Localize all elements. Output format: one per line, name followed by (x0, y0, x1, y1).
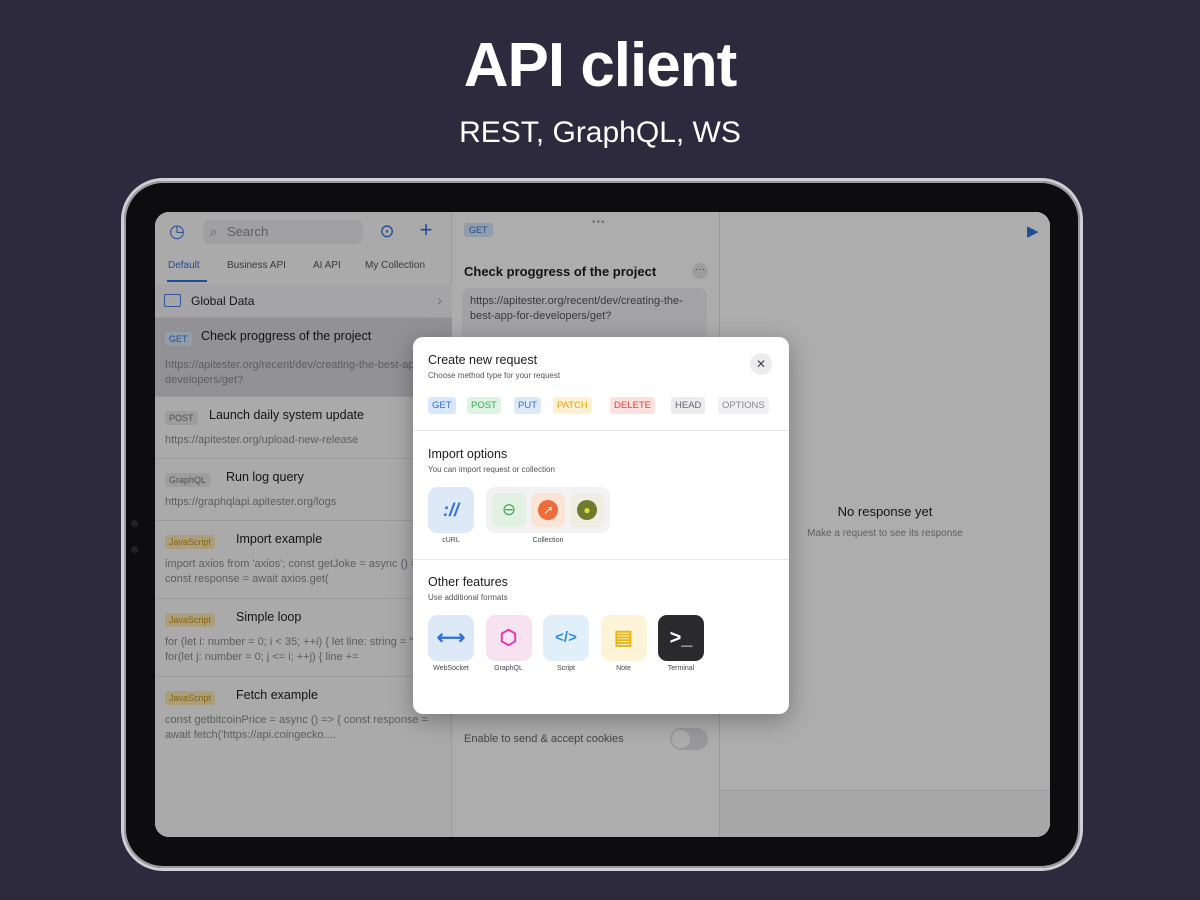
terminal-icon: >_ (669, 627, 693, 649)
curl-label: cURL (442, 537, 460, 544)
note-label: Note (616, 665, 631, 672)
divider (413, 559, 789, 560)
method-get-button[interactable]: GET (428, 397, 456, 414)
close-icon[interactable]: ✕ (750, 353, 772, 375)
terminal-label: Terminal (667, 665, 695, 672)
terminal-feature-button[interactable]: >_ (658, 615, 704, 661)
script-feature-button[interactable]: </> (543, 615, 589, 661)
other-features-subtitle: Use additional formats (428, 593, 508, 602)
note-icon: ▤ (614, 627, 633, 649)
graphql-icon: ⬡ (499, 627, 518, 649)
websocket-icon: ⟷ (436, 627, 466, 649)
insomnia-icon[interactable]: ⊖ (492, 493, 526, 527)
postman-icon[interactable]: ↗ (531, 493, 565, 527)
script-label: Script (557, 665, 575, 672)
method-delete-button[interactable]: DELETE (610, 397, 655, 414)
modal-title: Create new request (428, 353, 538, 367)
create-request-modal: Create new request Choose method type fo… (413, 337, 789, 714)
paw-icon[interactable]: ● (570, 493, 604, 527)
note-feature-button[interactable]: ▤ (600, 615, 647, 661)
tablet-camera (131, 520, 138, 527)
hero-subtitle: REST, GraphQL, WS (459, 116, 741, 149)
method-put-button[interactable]: PUT (514, 397, 541, 414)
collection-import-group[interactable]: ⊖ ↗ ● (486, 487, 610, 533)
method-patch-button[interactable]: PATCH (553, 397, 592, 414)
curl-import-button[interactable]: :// (428, 487, 474, 533)
modal-subtitle: Choose method type for your request (428, 371, 561, 380)
graphql-feature-button[interactable]: ⬡ (485, 615, 532, 661)
import-title: Import options (428, 447, 508, 461)
graphql-label: GraphQL (494, 665, 523, 672)
method-head-button[interactable]: HEAD (671, 397, 706, 414)
script-icon: </> (555, 629, 577, 646)
method-post-button[interactable]: POST (467, 397, 501, 414)
curl-icon: :// (443, 500, 459, 520)
app-screen: ◷ ⌕ Search ⊙ + Default Business API AI A… (155, 212, 1050, 837)
other-features-title: Other features (428, 575, 508, 589)
websocket-label: WebSocket (433, 665, 469, 672)
method-options-button[interactable]: OPTIONS (718, 397, 769, 414)
collection-label: Collection (532, 537, 564, 544)
divider (413, 430, 789, 431)
hero-title: API client (463, 31, 738, 100)
websocket-feature-button[interactable]: ⟷ (428, 615, 474, 661)
import-subtitle: You can import request or collection (428, 465, 555, 474)
tablet-sensor (131, 546, 138, 553)
